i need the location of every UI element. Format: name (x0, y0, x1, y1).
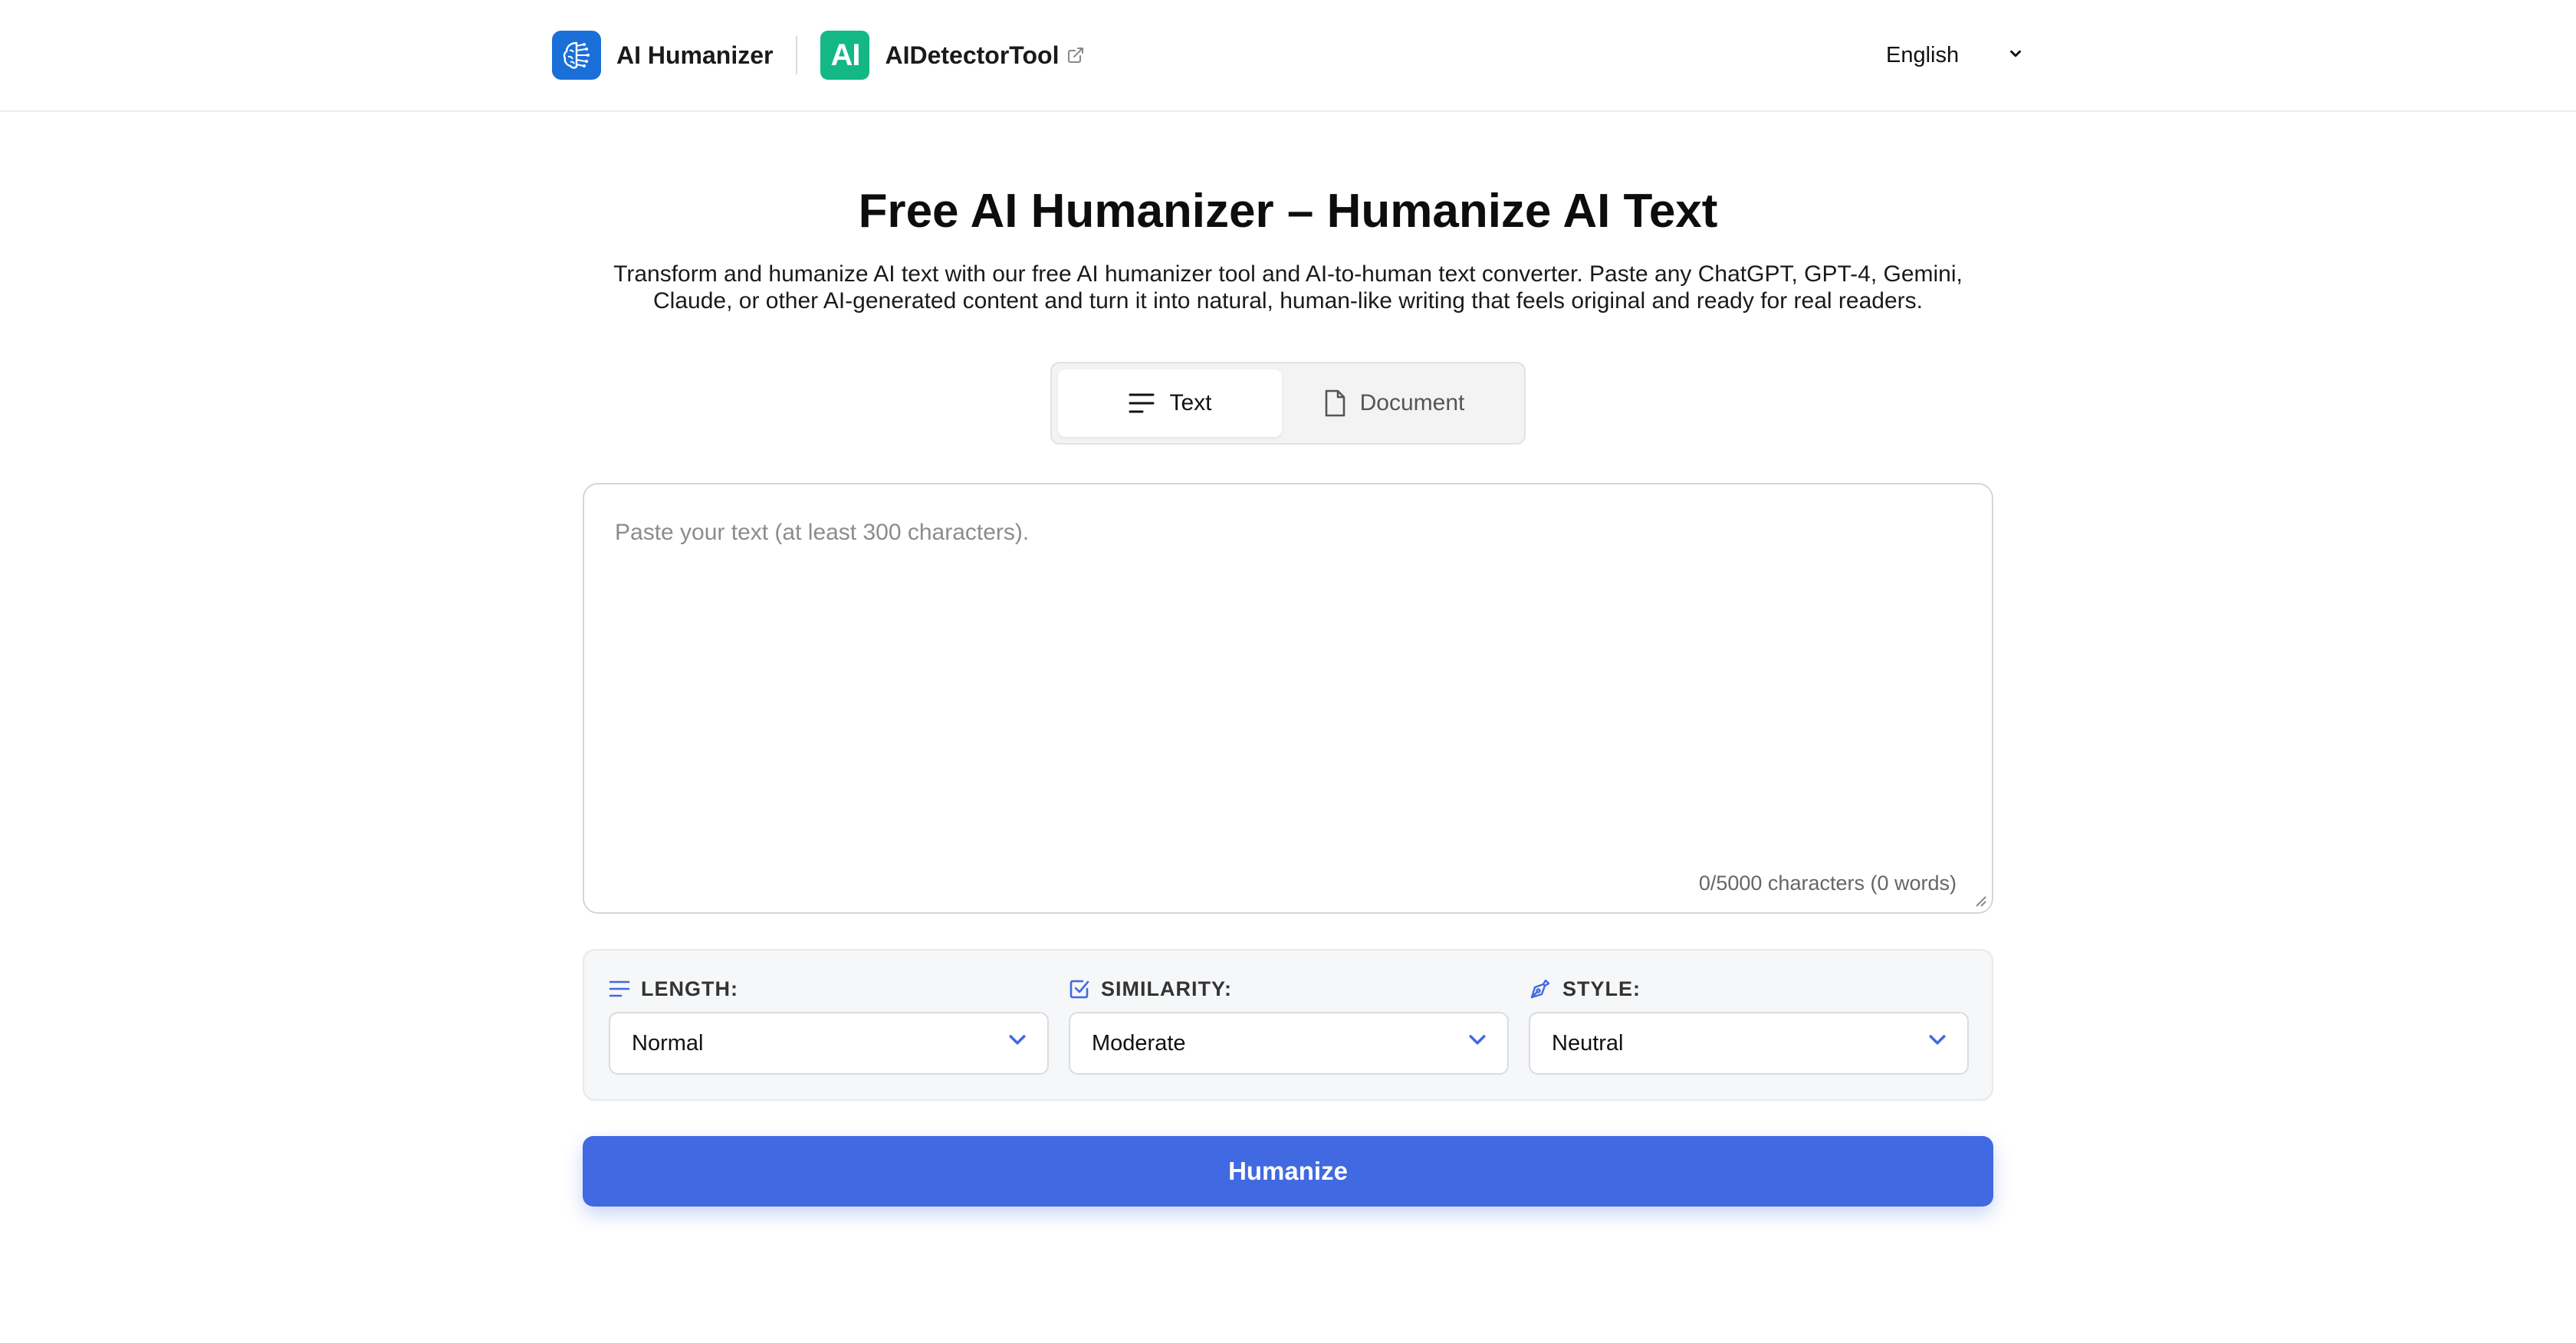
chevron-down-icon (1006, 1029, 1029, 1058)
style-value: Neutral (1552, 1030, 1624, 1056)
language-select[interactable]: English (1886, 35, 2024, 75)
tab-document[interactable]: Document (1282, 369, 1506, 437)
style-select[interactable]: Neutral (1529, 1012, 1969, 1075)
text-editor: 0/5000 characters (0 words) (583, 483, 1993, 914)
style-option: STYLE: Neutral (1529, 975, 1969, 1075)
length-option: LENGTH: Normal (609, 975, 1049, 1075)
lines-icon (1128, 391, 1155, 415)
brand-name[interactable]: AI Humanizer (616, 41, 773, 70)
chevron-down-icon (2007, 43, 2024, 68)
options-panel: LENGTH: Normal SIMILARITY: Moderate STYL… (583, 949, 1993, 1101)
partner-name: AIDetectorTool (885, 41, 1060, 69)
character-counter: 0/5000 characters (0 words) (1698, 872, 1957, 895)
checkbox-icon (1069, 978, 1090, 1000)
similarity-select[interactable]: Moderate (1069, 1012, 1509, 1075)
input-mode-tabs: Text Document (1050, 362, 1526, 445)
page-title: Free AI Humanizer – Humanize AI Text (858, 185, 1718, 238)
resize-handle-icon[interactable] (1973, 894, 1987, 908)
similarity-value: Moderate (1092, 1030, 1186, 1056)
chevron-down-icon (1926, 1029, 1949, 1058)
similarity-label-row: SIMILARITY: (1069, 975, 1509, 1003)
lines-icon (609, 979, 630, 999)
header-divider (796, 36, 798, 74)
partner-link[interactable]: AIDetectorTool (885, 41, 1085, 70)
external-link-icon (1066, 46, 1085, 64)
language-value: English (1886, 42, 1960, 67)
text-input[interactable] (584, 484, 1992, 912)
tab-document-label: Document (1359, 390, 1465, 415)
humanize-button[interactable]: Humanize (583, 1136, 1993, 1207)
length-value: Normal (632, 1030, 704, 1056)
pen-icon (1529, 977, 1552, 1000)
site-header: AI Humanizer AI AIDetectorTool English (0, 0, 2576, 112)
length-select[interactable]: Normal (609, 1012, 1049, 1075)
similarity-label: SIMILARITY: (1101, 977, 1232, 1000)
tab-text-label: Text (1169, 390, 1212, 415)
length-label-row: LENGTH: (609, 975, 1049, 1003)
similarity-option: SIMILARITY: Moderate (1069, 975, 1509, 1075)
style-label: STYLE: (1562, 977, 1641, 1000)
partner-logo[interactable]: AI (820, 31, 870, 80)
style-label-row: STYLE: (1529, 975, 1969, 1003)
tab-text[interactable]: Text (1058, 369, 1282, 437)
document-icon (1323, 389, 1346, 418)
length-label: LENGTH: (641, 977, 738, 1000)
brand-bar: AI Humanizer AI AIDetectorTool (552, 31, 1085, 80)
page-subtitle: Transform and humanize AI text with our … (613, 261, 1963, 314)
brain-logo-icon[interactable] (552, 31, 601, 80)
chevron-down-icon (1466, 1029, 1489, 1058)
